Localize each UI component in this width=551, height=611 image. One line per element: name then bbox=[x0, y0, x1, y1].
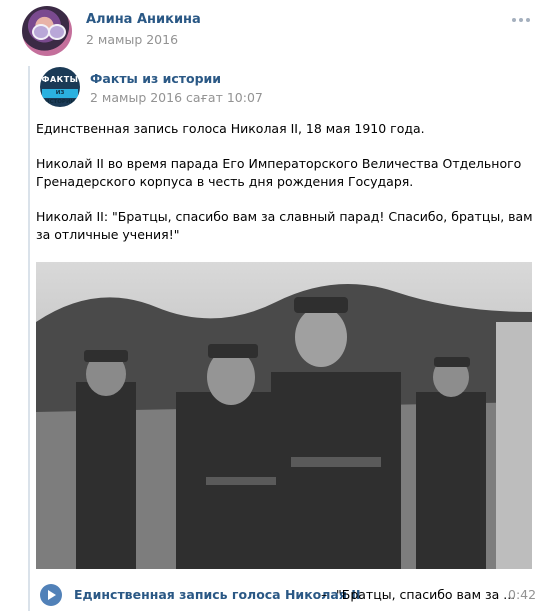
group-logo-bottom: ИЗ ИСТОРИИ bbox=[42, 89, 78, 105]
dot bbox=[519, 18, 523, 22]
post-photo[interactable] bbox=[36, 262, 532, 569]
author-avatar[interactable] bbox=[22, 6, 72, 56]
audio-separator: – bbox=[321, 587, 328, 602]
post-paragraph: Николай II: "Братцы, спасибо вам за слав… bbox=[36, 209, 533, 242]
group-logo-top: ФАКТЫ bbox=[41, 75, 79, 84]
avatar-glasses-right bbox=[48, 24, 66, 40]
play-icon[interactable] bbox=[40, 584, 62, 606]
audio-duration: 0:42 bbox=[508, 587, 537, 602]
group-avatar[interactable]: ФАКТЫ ИЗ ИСТОРИИ bbox=[40, 67, 80, 107]
post-text: Единственная запись голоса Николая II, 1… bbox=[36, 120, 534, 261]
audio-player[interactable]: Единственная запись голоса Николая II – … bbox=[36, 581, 537, 609]
dot bbox=[512, 18, 516, 22]
audio-title[interactable]: "Братцы, спасибо вам за ... bbox=[336, 587, 515, 602]
post-date[interactable]: 2 мамыр 2016 bbox=[86, 32, 178, 47]
author-name-link[interactable]: Алина Аникина bbox=[86, 12, 201, 27]
repost-date[interactable]: 2 мамыр 2016 сағат 10:07 bbox=[90, 90, 263, 105]
repost-block: ФАКТЫ ИЗ ИСТОРИИ Факты из истории 2 мамы… bbox=[28, 66, 540, 611]
more-dots-icon[interactable] bbox=[512, 18, 530, 22]
post-header: Алина Аникина 2 мамыр 2016 bbox=[22, 6, 542, 56]
group-name-link[interactable]: Факты из истории bbox=[90, 71, 221, 86]
historical-photo-illustration bbox=[36, 262, 532, 569]
audio-artist-link[interactable]: Единственная запись голоса Николая II bbox=[74, 587, 361, 602]
repost-header: ФАКТЫ ИЗ ИСТОРИИ Факты из истории 2 мамы… bbox=[40, 66, 530, 110]
post-paragraph: Единственная запись голоса Николая II, 1… bbox=[36, 121, 425, 136]
dot bbox=[526, 18, 530, 22]
post-paragraph: Николай II во время парада Его Император… bbox=[36, 156, 522, 189]
